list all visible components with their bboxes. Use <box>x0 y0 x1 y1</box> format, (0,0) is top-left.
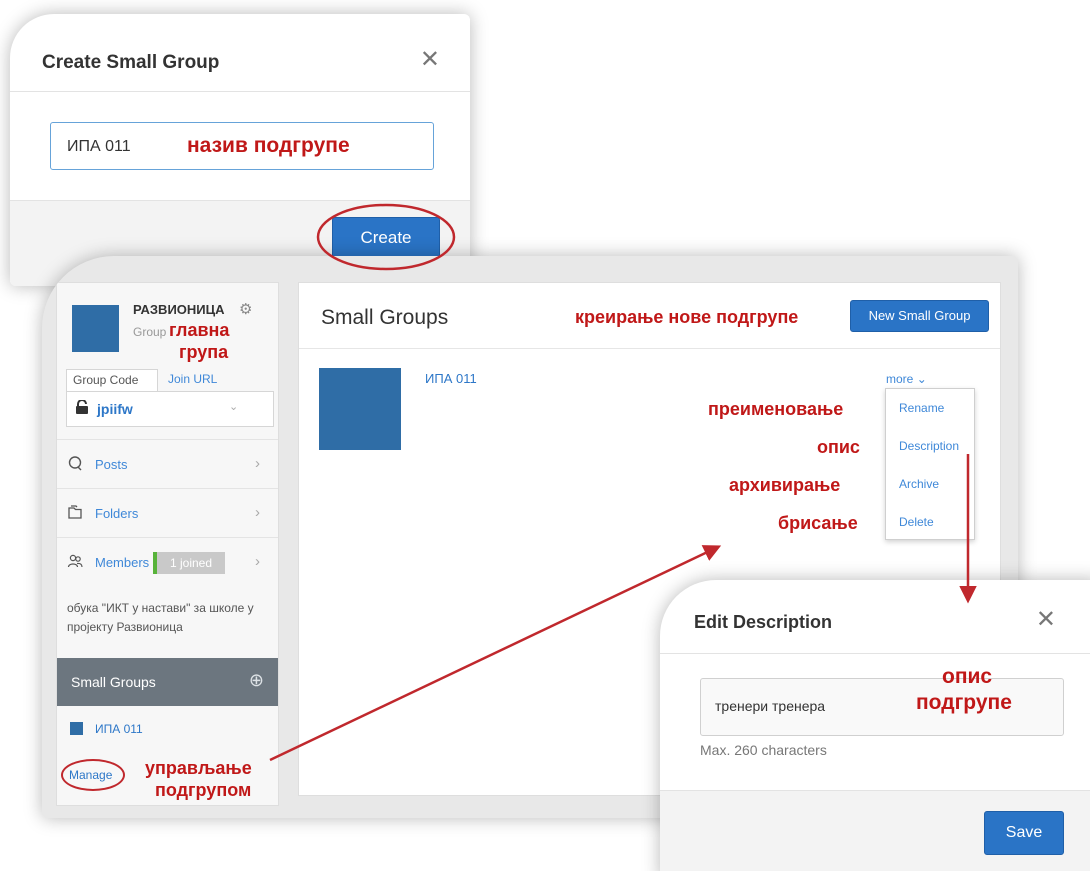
create-button[interactable]: Create <box>332 217 440 259</box>
folders-icon <box>68 505 82 519</box>
annotation-manage-2: подгрупом <box>155 780 252 800</box>
page-title: Small Groups <box>321 306 449 329</box>
more-dropdown[interactable]: more ⌄ <box>886 372 927 386</box>
tab-group-code[interactable]: Group Code <box>66 369 158 392</box>
more-menu: Rename Description Archive Delete <box>885 388 975 540</box>
edit-description-dialog: Edit Description ✕ тренери тренера опис … <box>660 580 1090 871</box>
screenshot-stage: Create Small Group ✕ ИПА 011 назив подгр… <box>0 0 1090 871</box>
lock-icon <box>76 400 88 414</box>
manage-link[interactable]: Manage <box>69 768 112 782</box>
sidebar: РАЗВИОНИЦА ⚙ Group главна група Group Co… <box>56 282 279 806</box>
new-small-group-button[interactable]: New Small Group <box>850 300 989 332</box>
small-group-thumbnail[interactable] <box>319 368 401 450</box>
small-group-link[interactable]: ИПА 011 <box>425 371 477 386</box>
small-groups-header-label: Small Groups <box>71 674 156 690</box>
character-limit-hint: Max. 260 characters <box>700 742 827 758</box>
dialog-header: Create Small Group ✕ <box>10 14 470 92</box>
annotation-subgroup-desc-2: подгрупе <box>916 691 1012 714</box>
group-name: РАЗВИОНИЦА <box>133 302 225 317</box>
more-label: more <box>886 372 914 386</box>
menu-item-archive[interactable]: Archive <box>899 477 939 491</box>
annotation-delete: брисање <box>778 513 858 533</box>
sidebar-item-posts[interactable]: Posts › <box>57 439 278 488</box>
group-avatar <box>72 305 119 352</box>
dialog-footer: Save <box>660 790 1090 871</box>
sidebar-item-label: Members <box>95 555 150 570</box>
close-icon[interactable]: ✕ <box>1036 608 1056 632</box>
annotation-create-new: креирање нове подгрупе <box>575 307 799 327</box>
group-name-value: ИПА 011 <box>67 138 131 155</box>
sidebar-item-label: Folders <box>95 506 139 521</box>
members-icon <box>67 554 83 568</box>
annotation-main-group-1: главна <box>169 320 230 340</box>
small-groups-header: Small Groups ⊕ <box>57 658 278 706</box>
group-color-swatch <box>70 722 83 735</box>
annotation-subgroup-desc-1: опис <box>942 665 993 688</box>
annotation-main-group-2: група <box>179 342 229 362</box>
annotation-description: опис <box>817 437 860 457</box>
group-name-input[interactable]: ИПА 011 назив подгрупе <box>50 122 434 170</box>
group-code-value: jpiifw <box>97 401 133 417</box>
menu-item-description[interactable]: Description <box>899 439 959 453</box>
dialog-title: Create Small Group <box>42 52 220 73</box>
joined-badge: 1 joined <box>153 552 225 574</box>
panel-header: Small Groups креирање нове подгрупе New … <box>299 283 1000 349</box>
chevron-right-icon: › <box>255 504 260 521</box>
description-value: тренери тренера <box>715 698 826 714</box>
save-button[interactable]: Save <box>984 811 1064 855</box>
sidebar-item-small-group[interactable]: ИПА 011 <box>57 709 278 747</box>
create-small-group-dialog: Create Small Group ✕ ИПА 011 назив подгр… <box>10 14 470 286</box>
chevron-right-icon: › <box>255 455 260 472</box>
small-group-label: ИПА 011 <box>95 722 143 736</box>
annotation-rename: преименовање <box>708 399 844 419</box>
chevron-down-icon: ⌄ <box>916 372 927 386</box>
annotation-archive: архивирање <box>729 475 841 495</box>
sidebar-item-label: Posts <box>95 457 128 472</box>
group-description: обука "ИКТ у настави" за школе у пројект… <box>67 601 254 634</box>
dialog-header: Edit Description ✕ <box>660 580 1090 654</box>
annotation-subgroup-name: назив подгрупе <box>187 134 350 157</box>
group-type: Group <box>133 325 167 339</box>
add-circle-icon[interactable]: ⊕ <box>249 670 264 691</box>
chevron-right-icon: › <box>255 553 260 570</box>
close-icon[interactable]: ✕ <box>420 48 440 72</box>
gear-icon[interactable]: ⚙ <box>239 300 252 318</box>
dialog-title: Edit Description <box>694 612 833 632</box>
posts-icon <box>68 456 82 471</box>
sidebar-item-members[interactable]: Members 1 joined › <box>57 537 278 586</box>
menu-item-rename[interactable]: Rename <box>899 401 944 415</box>
chevron-down-icon[interactable]: ⌄ <box>229 400 238 413</box>
annotation-manage-1: управљање <box>145 758 252 778</box>
sidebar-item-folders[interactable]: Folders › <box>57 488 278 537</box>
group-code-field[interactable]: jpiifw ⌄ <box>66 391 274 427</box>
menu-item-delete[interactable]: Delete <box>899 515 934 529</box>
tab-join-url[interactable]: Join URL <box>162 369 223 392</box>
